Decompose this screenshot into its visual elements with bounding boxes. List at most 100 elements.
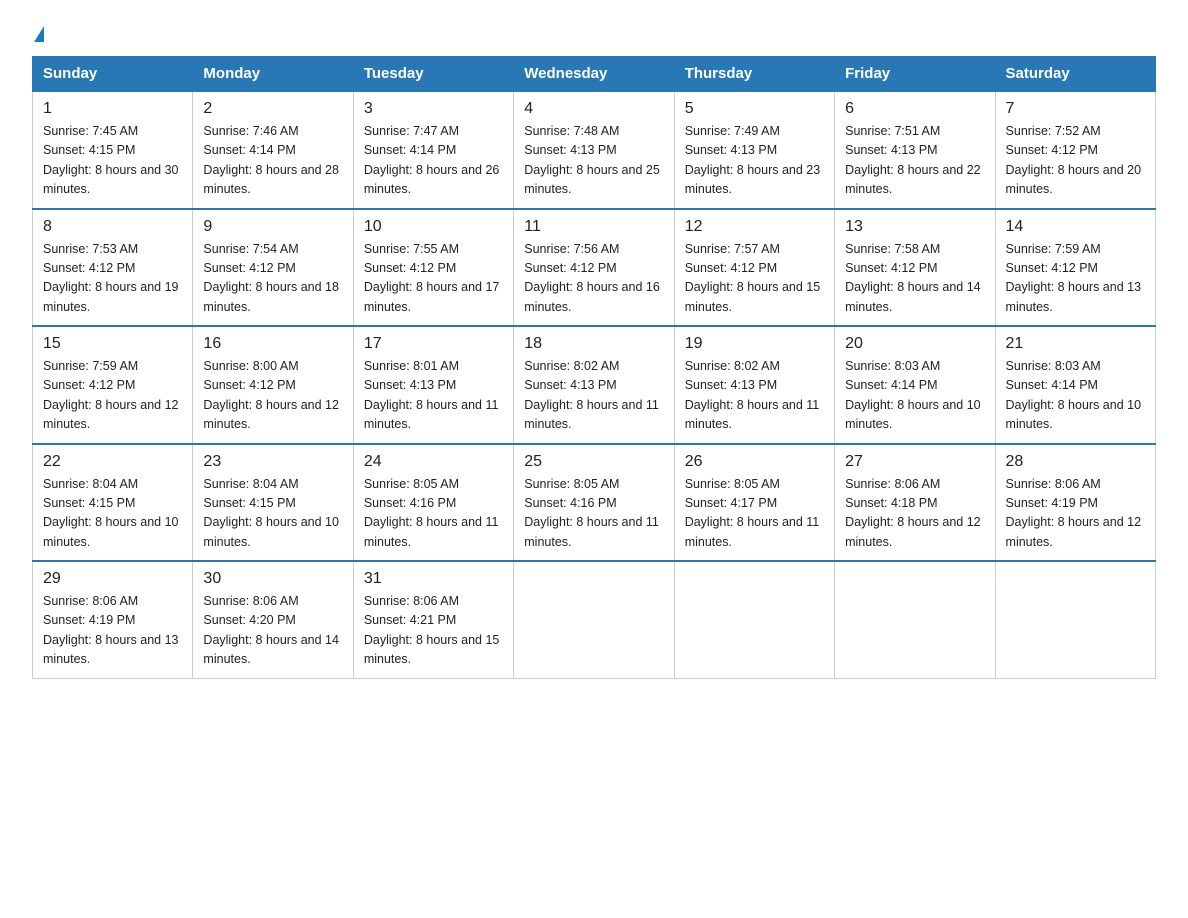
calendar-cell: 28 Sunrise: 8:06 AMSunset: 4:19 PMDayligh… <box>995 444 1155 562</box>
calendar-cell: 31 Sunrise: 8:06 AMSunset: 4:21 PMDayligh… <box>353 561 513 678</box>
week-row-1: 1 Sunrise: 7:45 AMSunset: 4:15 PMDaylight… <box>33 91 1156 209</box>
calendar-cell: 19Sunrise: 8:02 AMSunset: 4:13 PMDayligh… <box>674 326 834 444</box>
calendar-cell: 12 Sunrise: 7:57 AMSunset: 4:12 PMDayligh… <box>674 209 834 327</box>
day-info: Sunrise: 7:57 AMSunset: 4:12 PMDaylight:… <box>685 240 824 318</box>
day-number: 16 <box>203 335 342 353</box>
day-number: 28 <box>1006 453 1145 471</box>
day-info: Sunrise: 8:06 AMSunset: 4:19 PMDaylight:… <box>1006 475 1145 553</box>
day-number: 12 <box>685 218 824 236</box>
calendar-cell: 6Sunrise: 7:51 AMSunset: 4:13 PMDaylight… <box>835 91 995 209</box>
week-row-5: 29Sunrise: 8:06 AMSunset: 4:19 PMDayligh… <box>33 561 1156 678</box>
calendar-cell <box>514 561 674 678</box>
day-info: Sunrise: 7:51 AMSunset: 4:13 PMDaylight:… <box>845 122 984 200</box>
day-number: 30 <box>203 570 342 588</box>
day-info: Sunrise: 8:05 AMSunset: 4:17 PMDaylight:… <box>685 475 824 553</box>
calendar-cell: 16 Sunrise: 8:00 AMSunset: 4:12 PMDayligh… <box>193 326 353 444</box>
day-info: Sunrise: 7:55 AMSunset: 4:12 PMDaylight:… <box>364 240 503 318</box>
day-info: Sunrise: 8:00 AMSunset: 4:12 PMDaylight:… <box>203 357 342 435</box>
day-number: 31 <box>364 570 503 588</box>
day-info: Sunrise: 7:45 AMSunset: 4:15 PMDaylight:… <box>43 122 182 200</box>
day-info: Sunrise: 8:06 AMSunset: 4:19 PMDaylight:… <box>43 592 182 670</box>
day-number: 9 <box>203 218 342 236</box>
weekday-header-friday: Friday <box>835 57 995 92</box>
day-number: 13 <box>845 218 984 236</box>
weekday-header-sunday: Sunday <box>33 57 193 92</box>
day-info: Sunrise: 7:49 AMSunset: 4:13 PMDaylight:… <box>685 122 824 200</box>
day-info: Sunrise: 8:06 AMSunset: 4:20 PMDaylight:… <box>203 592 342 670</box>
day-info: Sunrise: 7:59 AMSunset: 4:12 PMDaylight:… <box>43 357 182 435</box>
day-info: Sunrise: 8:04 AMSunset: 4:15 PMDaylight:… <box>203 475 342 553</box>
day-info: Sunrise: 8:03 AMSunset: 4:14 PMDaylight:… <box>1006 357 1145 435</box>
logo <box>32 24 44 44</box>
weekday-header-saturday: Saturday <box>995 57 1155 92</box>
day-number: 14 <box>1006 218 1145 236</box>
day-info: Sunrise: 7:52 AMSunset: 4:12 PMDaylight:… <box>1006 122 1145 200</box>
week-row-3: 15 Sunrise: 7:59 AMSunset: 4:12 PMDayligh… <box>33 326 1156 444</box>
day-info: Sunrise: 7:56 AMSunset: 4:12 PMDaylight:… <box>524 240 663 318</box>
logo-triangle-icon <box>34 26 44 42</box>
day-number: 5 <box>685 100 824 118</box>
week-row-2: 8Sunrise: 7:53 AMSunset: 4:12 PMDaylight… <box>33 209 1156 327</box>
week-row-4: 22 Sunrise: 8:04 AMSunset: 4:15 PMDayligh… <box>33 444 1156 562</box>
calendar-cell: 11 Sunrise: 7:56 AMSunset: 4:12 PMDayligh… <box>514 209 674 327</box>
calendar-cell <box>835 561 995 678</box>
calendar-cell <box>995 561 1155 678</box>
calendar-cell: 27Sunrise: 8:06 AMSunset: 4:18 PMDayligh… <box>835 444 995 562</box>
day-info: Sunrise: 8:01 AMSunset: 4:13 PMDaylight:… <box>364 357 503 435</box>
day-number: 23 <box>203 453 342 471</box>
day-number: 20 <box>845 335 984 353</box>
day-number: 3 <box>364 100 503 118</box>
calendar-cell: 20Sunrise: 8:03 AMSunset: 4:14 PMDayligh… <box>835 326 995 444</box>
day-info: Sunrise: 8:02 AMSunset: 4:13 PMDaylight:… <box>524 357 663 435</box>
calendar-cell: 24 Sunrise: 8:05 AMSunset: 4:16 PMDayligh… <box>353 444 513 562</box>
day-number: 21 <box>1006 335 1145 353</box>
weekday-header-wednesday: Wednesday <box>514 57 674 92</box>
day-info: Sunrise: 7:53 AMSunset: 4:12 PMDaylight:… <box>43 240 182 318</box>
day-number: 22 <box>43 453 182 471</box>
day-info: Sunrise: 7:59 AMSunset: 4:12 PMDaylight:… <box>1006 240 1145 318</box>
day-number: 18 <box>524 335 663 353</box>
calendar-cell <box>674 561 834 678</box>
calendar-cell: 29Sunrise: 8:06 AMSunset: 4:19 PMDayligh… <box>33 561 193 678</box>
day-number: 25 <box>524 453 663 471</box>
day-info: Sunrise: 7:54 AMSunset: 4:12 PMDaylight:… <box>203 240 342 318</box>
calendar-cell: 5 Sunrise: 7:49 AMSunset: 4:13 PMDaylight… <box>674 91 834 209</box>
calendar-cell: 25 Sunrise: 8:05 AMSunset: 4:16 PMDayligh… <box>514 444 674 562</box>
day-number: 11 <box>524 218 663 236</box>
day-number: 26 <box>685 453 824 471</box>
calendar-cell: 9 Sunrise: 7:54 AMSunset: 4:12 PMDaylight… <box>193 209 353 327</box>
day-number: 17 <box>364 335 503 353</box>
calendar-cell: 7 Sunrise: 7:52 AMSunset: 4:12 PMDaylight… <box>995 91 1155 209</box>
day-number: 7 <box>1006 100 1145 118</box>
weekday-header-row: SundayMondayTuesdayWednesdayThursdayFrid… <box>33 57 1156 92</box>
day-info: Sunrise: 8:06 AMSunset: 4:21 PMDaylight:… <box>364 592 503 670</box>
day-info: Sunrise: 8:05 AMSunset: 4:16 PMDaylight:… <box>364 475 503 553</box>
day-number: 10 <box>364 218 503 236</box>
day-number: 2 <box>203 100 342 118</box>
day-number: 24 <box>364 453 503 471</box>
day-number: 19 <box>685 335 824 353</box>
day-info: Sunrise: 7:46 AMSunset: 4:14 PMDaylight:… <box>203 122 342 200</box>
day-info: Sunrise: 8:05 AMSunset: 4:16 PMDaylight:… <box>524 475 663 553</box>
calendar-cell: 4 Sunrise: 7:48 AMSunset: 4:13 PMDaylight… <box>514 91 674 209</box>
calendar-cell: 8Sunrise: 7:53 AMSunset: 4:12 PMDaylight… <box>33 209 193 327</box>
day-info: Sunrise: 7:58 AMSunset: 4:12 PMDaylight:… <box>845 240 984 318</box>
calendar-cell: 22Sunrise: 8:04 AMSunset: 4:15 PMDayligh… <box>33 444 193 562</box>
calendar-cell: 15 Sunrise: 7:59 AMSunset: 4:12 PMDayligh… <box>33 326 193 444</box>
calendar-cell: 1 Sunrise: 7:45 AMSunset: 4:15 PMDaylight… <box>33 91 193 209</box>
weekday-header-thursday: Thursday <box>674 57 834 92</box>
calendar-cell: 23 Sunrise: 8:04 AMSunset: 4:15 PMDayligh… <box>193 444 353 562</box>
calendar-cell: 13 Sunrise: 7:58 AMSunset: 4:12 PMDayligh… <box>835 209 995 327</box>
calendar-cell: 21 Sunrise: 8:03 AMSunset: 4:14 PMDayligh… <box>995 326 1155 444</box>
calendar-cell: 10 Sunrise: 7:55 AMSunset: 4:12 PMDayligh… <box>353 209 513 327</box>
day-info: Sunrise: 7:48 AMSunset: 4:13 PMDaylight:… <box>524 122 663 200</box>
day-number: 1 <box>43 100 182 118</box>
calendar-cell: 17 Sunrise: 8:01 AMSunset: 4:13 PMDayligh… <box>353 326 513 444</box>
day-number: 15 <box>43 335 182 353</box>
calendar-table: SundayMondayTuesdayWednesdayThursdayFrid… <box>32 56 1156 679</box>
header <box>32 24 1156 44</box>
weekday-header-tuesday: Tuesday <box>353 57 513 92</box>
calendar-cell: 18 Sunrise: 8:02 AMSunset: 4:13 PMDayligh… <box>514 326 674 444</box>
calendar-cell: 3Sunrise: 7:47 AMSunset: 4:14 PMDaylight… <box>353 91 513 209</box>
day-number: 4 <box>524 100 663 118</box>
